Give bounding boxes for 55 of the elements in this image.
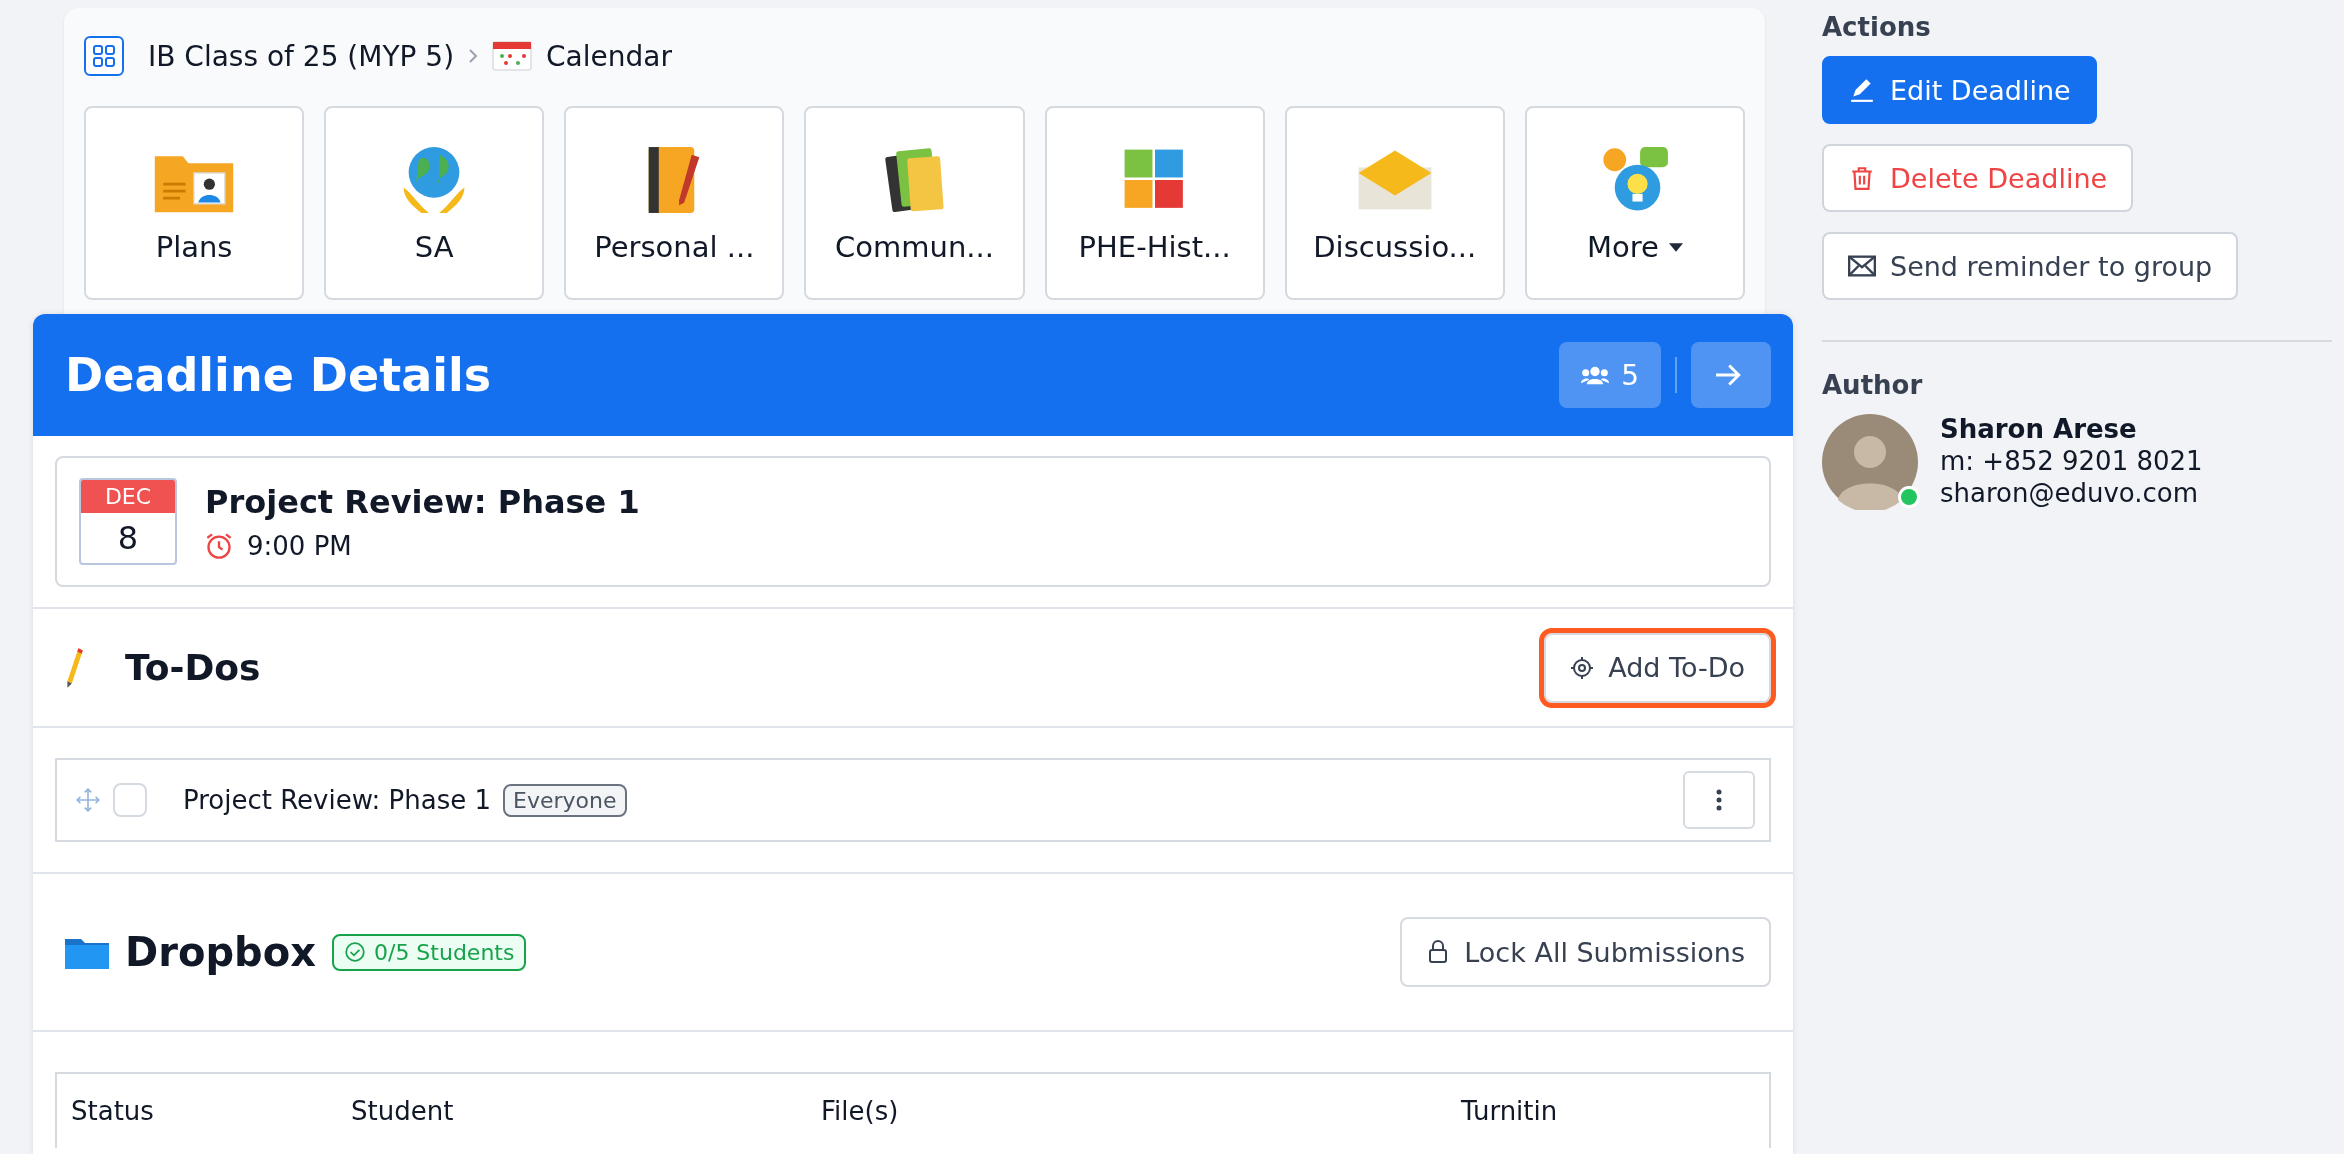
date-month: DEC (81, 480, 175, 513)
app-tile[interactable]: SA (324, 106, 545, 300)
app-label: Plans (155, 230, 233, 264)
breadcrumb-current: Calendar (546, 39, 672, 73)
todo-checkbox[interactable] (113, 783, 147, 817)
breadcrumb-link[interactable]: IB Class of 25 (MYP 5) (148, 39, 455, 73)
submission-count-badge: 0/5 Students (331, 933, 527, 971)
next-button[interactable] (1691, 342, 1771, 408)
lock-submissions-button[interactable]: Lock All Submissions (1400, 917, 1771, 987)
audience-tag: Everyone (503, 783, 627, 817)
app-tile[interactable]: Discussio... (1284, 106, 1505, 300)
date-day: 8 (117, 513, 139, 563)
actions-heading: Actions (1822, 12, 1931, 42)
author-heading: Author (1822, 370, 1923, 400)
alarm-clock-icon (205, 531, 233, 560)
pencil-icon (1848, 77, 1876, 103)
author-phone: m: +852 9201 8021 (1940, 446, 2203, 476)
app-tile[interactable]: Plans (84, 106, 305, 300)
envelope-icon (1848, 253, 1876, 279)
apps-grid-icon[interactable] (84, 36, 124, 76)
author-email: sharon@eduvo.com (1940, 478, 2200, 508)
author-name: Sharon Arese (1940, 414, 2138, 444)
app-tile[interactable]: Commun... (804, 106, 1025, 300)
edit-button[interactable]: Edit Deadline (1822, 56, 2097, 124)
app-tile[interactable]: PHE-Hist... (1044, 106, 1265, 300)
check-circle-icon (343, 941, 366, 963)
send-reminder-button[interactable]: Send reminder to group (1822, 232, 2239, 300)
calendar-icon (492, 41, 533, 71)
app-label: SA (414, 230, 454, 264)
chevron-right-icon (468, 48, 479, 64)
target-icon (1570, 655, 1595, 680)
app-label: Personal ... (594, 230, 755, 264)
caret-down-icon (1668, 242, 1683, 252)
panel-title: Deadline Details (65, 348, 492, 402)
todo-text: Project Review: Phase 1 (183, 785, 492, 815)
move-handle-icon[interactable] (75, 787, 101, 813)
section-title: To-Dos (125, 647, 261, 688)
app-tile[interactable]: More (1524, 106, 1745, 300)
column-header: Turnitin (1461, 1096, 1559, 1126)
column-header: Student (351, 1096, 455, 1126)
app-label: Discussio... (1313, 230, 1477, 264)
app-tile[interactable]: Personal ... (564, 106, 785, 300)
arrow-right-icon (1713, 363, 1743, 387)
app-label: Commun... (835, 230, 994, 264)
event-time: 9:00 PM (247, 530, 352, 561)
more-options-button[interactable] (1683, 771, 1755, 829)
app-label: PHE-Hist... (1078, 230, 1231, 264)
vertical-dots-icon (1716, 789, 1722, 811)
column-header: File(s) (821, 1096, 900, 1126)
delete-button[interactable]: Delete Deadline (1822, 144, 2134, 212)
section-title: Dropbox (125, 929, 316, 975)
app-label: More (1586, 230, 1659, 264)
event-title: Project Review: Phase 1 (205, 482, 640, 521)
users-icon (1581, 365, 1610, 385)
column-header: Status (71, 1096, 155, 1126)
